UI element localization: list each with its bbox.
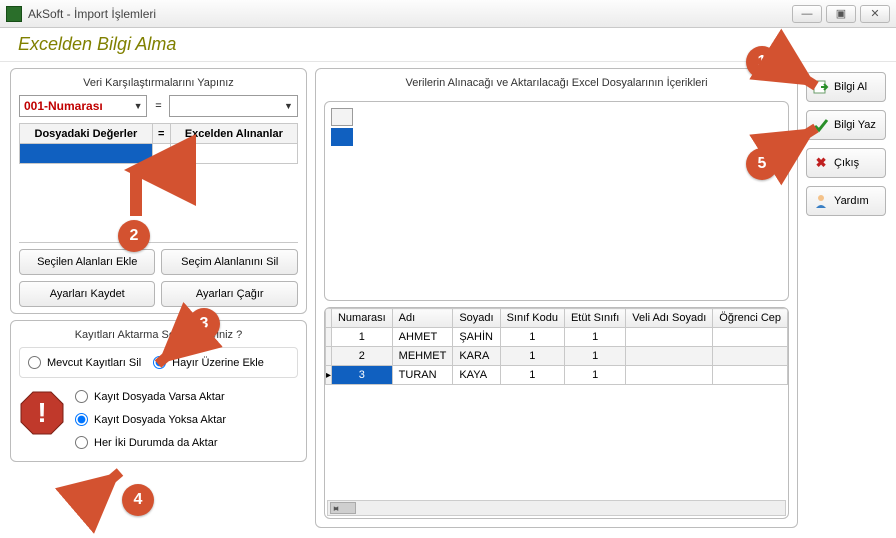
preview-header-cell [331, 108, 353, 126]
titlebar: AkSoft - İmport İşlemleri — ▣ ✕ [0, 0, 896, 28]
table-row[interactable]: 2 MEHMET KARA 1 1 [325, 347, 787, 366]
call-settings-button[interactable]: Ayarları Çağır [161, 281, 297, 307]
help-button[interactable]: Yardım [806, 186, 886, 216]
col-veli[interactable]: Veli Adı Soyadı [626, 309, 713, 328]
exit-button[interactable]: ✖ Çıkış [806, 148, 886, 178]
excel-preview-title: Verilerin Alınacağı ve Aktarılacağı Exce… [324, 77, 789, 89]
mapping-th-right: Excelden Alınanlar [170, 124, 297, 144]
data-grid-wrap: Numarası Adı Soyadı Sınıf Kodu Etüt Sını… [324, 307, 789, 519]
table-row[interactable]: 1 AHMET ŞAHİN 1 1 [325, 328, 787, 347]
window-title: AkSoft - İmport İşlemleri [28, 7, 792, 21]
preview-selected-cell [331, 128, 353, 146]
mapping-table[interactable]: Dosyadaki Değerler = Excelden Alınanlar [19, 123, 298, 164]
equals-label: = [151, 100, 165, 112]
col-numarasi[interactable]: Numarası [331, 309, 392, 328]
bilgi-al-button[interactable]: Bilgi Al [806, 72, 886, 102]
source-field-selected: 001-Numarası [24, 99, 103, 113]
target-field-combo[interactable]: ▼ [169, 95, 297, 117]
mapping-th-left: Dosyadaki Değerler [20, 124, 153, 144]
check-icon [813, 117, 829, 133]
col-sinifkodu[interactable]: Sınıf Kodu [500, 309, 564, 328]
add-selected-fields-button[interactable]: Seçilen Alanları Ekle [19, 249, 155, 275]
save-settings-button[interactable]: Ayarları Kaydet [19, 281, 155, 307]
svg-text:!: ! [37, 397, 46, 428]
bilgi-yaz-button[interactable]: Bilgi Yaz [806, 110, 886, 140]
mapping-group-title: Veri Karşılaştırmalarını Yapınız [19, 77, 298, 89]
transfer-options-group: Kayıtları Aktarma Seçenekleriniz ? Mevcu… [10, 320, 307, 462]
horizontal-scrollbar[interactable]: ◂ ▸ [327, 500, 786, 516]
radio-both-cases[interactable]: Her İki Durumda da Aktar [73, 432, 228, 453]
excel-preview-group: Verilerin Alınacağı ve Aktarılacağı Exce… [315, 68, 798, 528]
person-icon [813, 193, 829, 209]
col-cep[interactable]: Öğrenci Cep [713, 309, 788, 328]
maximize-button[interactable]: ▣ [826, 5, 856, 23]
import-icon [813, 79, 829, 95]
radio-delete-existing[interactable]: Mevcut Kayıtları Sil [26, 352, 143, 373]
col-adi[interactable]: Adı [392, 309, 453, 328]
close-button[interactable]: ✕ [860, 5, 890, 23]
col-etutsinifi[interactable]: Etüt Sınıfı [564, 309, 625, 328]
current-row-indicator-icon: ▸ [326, 370, 331, 381]
mapping-cell-selected[interactable] [20, 144, 153, 164]
mapping-group: Veri Karşılaştırmalarını Yapınız 001-Num… [10, 68, 307, 314]
table-row[interactable]: ▸ 3 TURAN KAYA 1 1 [325, 366, 787, 385]
transfer-options-title: Kayıtları Aktarma Seçenekleriniz ? [19, 329, 298, 341]
chevron-down-icon: ▼ [284, 101, 293, 111]
radio-append[interactable]: Hayır Üzerine Ekle [151, 352, 266, 373]
warning-stop-icon: ! [19, 390, 65, 436]
mapping-th-eq: = [152, 124, 170, 144]
chevron-down-icon: ▼ [134, 101, 143, 111]
action-sidebar: Bilgi Al Bilgi Yaz ✖ Çıkış Yardım [806, 68, 886, 528]
close-icon: ✖ [813, 155, 829, 171]
app-icon [6, 6, 22, 22]
col-soyadi[interactable]: Soyadı [453, 309, 500, 328]
source-field-combo[interactable]: 001-Numarası ▼ [19, 95, 147, 117]
radio-if-exists[interactable]: Kayıt Dosyada Varsa Aktar [73, 386, 228, 407]
page-title: Excelden Bilgi Alma [0, 28, 896, 62]
delete-selection-button[interactable]: Seçim Alanlanını Sil [161, 249, 297, 275]
radio-if-not-exists[interactable]: Kayıt Dosyada Yoksa Aktar [73, 409, 228, 430]
excel-preview-area[interactable] [324, 101, 789, 301]
scroll-right-arrow-icon[interactable]: ▸ [328, 503, 344, 514]
minimize-button[interactable]: — [792, 5, 822, 23]
data-grid[interactable]: Numarası Adı Soyadı Sınıf Kodu Etüt Sını… [325, 308, 788, 385]
